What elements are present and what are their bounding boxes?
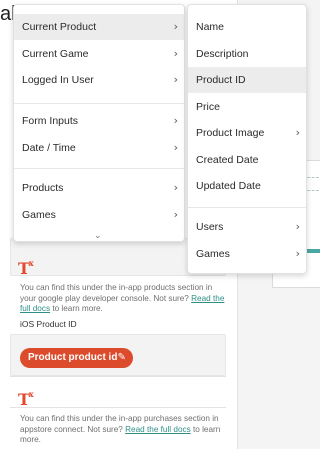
chevron-right-icon: › [173, 208, 178, 221]
preview-bar [305, 249, 320, 253]
chevron-right-icon: › [173, 181, 178, 194]
submenu-item-updated-date[interactable]: Updated Date [188, 173, 306, 199]
menu-item-current-game[interactable]: Current Game › [14, 41, 184, 67]
pencil-icon[interactable]: ✎ [118, 348, 126, 368]
text-format-icon[interactable]: Tx [18, 254, 34, 278]
chevron-right-icon: › [173, 73, 178, 86]
chevron-right-icon: › [173, 141, 178, 154]
submenu-item-label: Updated Date [196, 180, 261, 192]
chevron-right-icon: › [173, 114, 178, 127]
menu-item-logged-in-user[interactable]: Logged In User › [14, 67, 184, 93]
menu-item-label: Current Product [22, 21, 97, 33]
menu-item-label: Games [22, 209, 56, 221]
menu-item-games[interactable]: Games › [14, 202, 184, 228]
submenu-item-label: Description [196, 48, 249, 60]
submenu-item-label: Product ID [196, 74, 246, 86]
menu-item-date-time[interactable]: Date / Time › [14, 135, 184, 161]
field-divider [10, 376, 226, 377]
ios-help-text: You can find this under the in-app purch… [20, 414, 221, 444]
field-divider [10, 407, 226, 408]
product-id-token[interactable]: Product product id ✎ [20, 348, 133, 368]
menu-separator [188, 207, 306, 208]
text-format-icon[interactable]: Tx [18, 385, 34, 409]
menu-item-label: Current Game [22, 48, 89, 60]
chevron-right-icon: › [295, 126, 300, 139]
submenu-item-product-image[interactable]: Product Image › [188, 120, 306, 146]
submenu-item-price[interactable]: Price [188, 94, 306, 120]
submenu-item-created-date[interactable]: Created Date [188, 147, 306, 173]
menu-item-current-product[interactable]: Current Product › [14, 14, 184, 40]
chevron-down-icon[interactable]: ⌄ [94, 231, 102, 241]
ios-docs-link[interactable]: Read the full docs [125, 425, 191, 434]
menu-item-products[interactable]: Products › [14, 175, 184, 201]
chevron-right-icon: › [295, 247, 300, 260]
submenu-item-label: Created Date [196, 154, 259, 166]
menu-item-label: Date / Time [22, 142, 76, 154]
submenu-item-name[interactable]: Name [188, 14, 306, 40]
submenu-item-label: Product Image [196, 127, 265, 139]
submenu-item-label: Price [196, 101, 220, 113]
menu-separator [14, 168, 184, 169]
menu-item-label: Form Inputs [22, 115, 79, 127]
menu-item-label: Logged In User [22, 74, 94, 86]
current-product-submenu: Name Description Product ID Price Produc… [187, 4, 307, 274]
menu-item-form-inputs[interactable]: Form Inputs › [14, 108, 184, 134]
submenu-item-label: Games [196, 248, 230, 260]
menu-item-label: Products [22, 182, 64, 194]
submenu-item-label: Name [196, 21, 225, 33]
submenu-item-description[interactable]: Description [188, 41, 306, 67]
submenu-item-games[interactable]: Games › [188, 241, 306, 267]
chevron-right-icon: › [173, 47, 178, 60]
android-help-text: You can find this under the in-app produ… [20, 283, 225, 313]
menu-separator [14, 103, 184, 104]
dynamic-data-menu: Current Product › Current Game › Logged … [13, 4, 185, 242]
ios-product-id-label: iOS Product ID [20, 319, 77, 329]
submenu-item-product-id[interactable]: Product ID [188, 67, 306, 93]
chevron-right-icon: › [173, 20, 178, 33]
submenu-item-label: Users [196, 221, 224, 233]
submenu-item-users[interactable]: Users › [188, 214, 306, 240]
chevron-right-icon: › [295, 220, 300, 233]
